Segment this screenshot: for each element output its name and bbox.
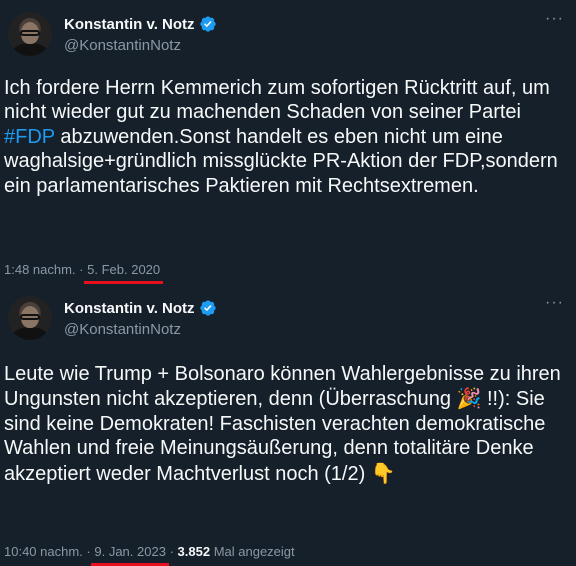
avatar-body xyxy=(12,43,48,56)
separator-dot-2: · xyxy=(169,544,174,559)
author-name[interactable]: Konstantin v. Notz xyxy=(64,15,217,33)
verified-badge-icon xyxy=(199,16,216,32)
views-count[interactable]: 3.852 xyxy=(178,544,211,559)
avatar[interactable] xyxy=(8,12,52,56)
avatar-body xyxy=(12,327,48,340)
tweet-time[interactable]: 10:40 nachm. xyxy=(4,544,83,559)
verified-badge-icon xyxy=(199,300,216,316)
author-name[interactable]: Konstantin v. Notz xyxy=(64,299,217,317)
author-handle[interactable]: @KonstantinNotz xyxy=(64,37,181,54)
hashtag-link[interactable]: #FDP xyxy=(4,126,55,148)
pointing-down-emoji-icon: 👇 xyxy=(370,460,396,485)
tweet-text-part2: abzuwenden.Sonst handelt es eben nicht u… xyxy=(4,125,558,197)
red-underline xyxy=(84,281,164,284)
separator-dot: · xyxy=(79,262,84,277)
more-options-icon[interactable]: ··· xyxy=(545,10,564,28)
tweet-text: Leute wie Trump + Bolsonaro können Wahle… xyxy=(4,362,570,486)
tweet-meta: 10:40 nachm. · 9. Jan. 2023 · 3.852 Mal … xyxy=(4,544,295,566)
tweet-meta: 1:48 nachm. · 5. Feb. 2020 xyxy=(4,262,164,284)
author-name-text[interactable]: Konstantin v. Notz xyxy=(64,16,195,33)
tweet-text: Ich fordere Herrn Kemmerich zum sofortig… xyxy=(4,76,570,198)
tweet-text-part1: Ich fordere Herrn Kemmerich zum sofortig… xyxy=(4,77,550,124)
tweet-date-text[interactable]: 9. Jan. 2023 xyxy=(94,544,166,559)
tweet-date[interactable]: 5. Feb. 2020 xyxy=(84,262,164,284)
avatar-glasses xyxy=(20,30,40,36)
author-handle[interactable]: @KonstantinNotz xyxy=(64,321,181,338)
avatar[interactable] xyxy=(8,296,52,340)
party-popper-emoji-icon: 🎉 xyxy=(456,386,482,411)
tweet-date[interactable]: 9. Jan. 2023 xyxy=(91,544,169,566)
more-options-icon[interactable]: ··· xyxy=(545,294,564,312)
tweet-date-text[interactable]: 5. Feb. 2020 xyxy=(87,262,160,277)
author-name-text[interactable]: Konstantin v. Notz xyxy=(64,300,195,317)
avatar-glasses xyxy=(20,314,40,320)
views-label: Mal angezeigt xyxy=(213,544,295,559)
separator-dot: · xyxy=(86,544,91,559)
tweet-time[interactable]: 1:48 nachm. xyxy=(4,262,76,277)
